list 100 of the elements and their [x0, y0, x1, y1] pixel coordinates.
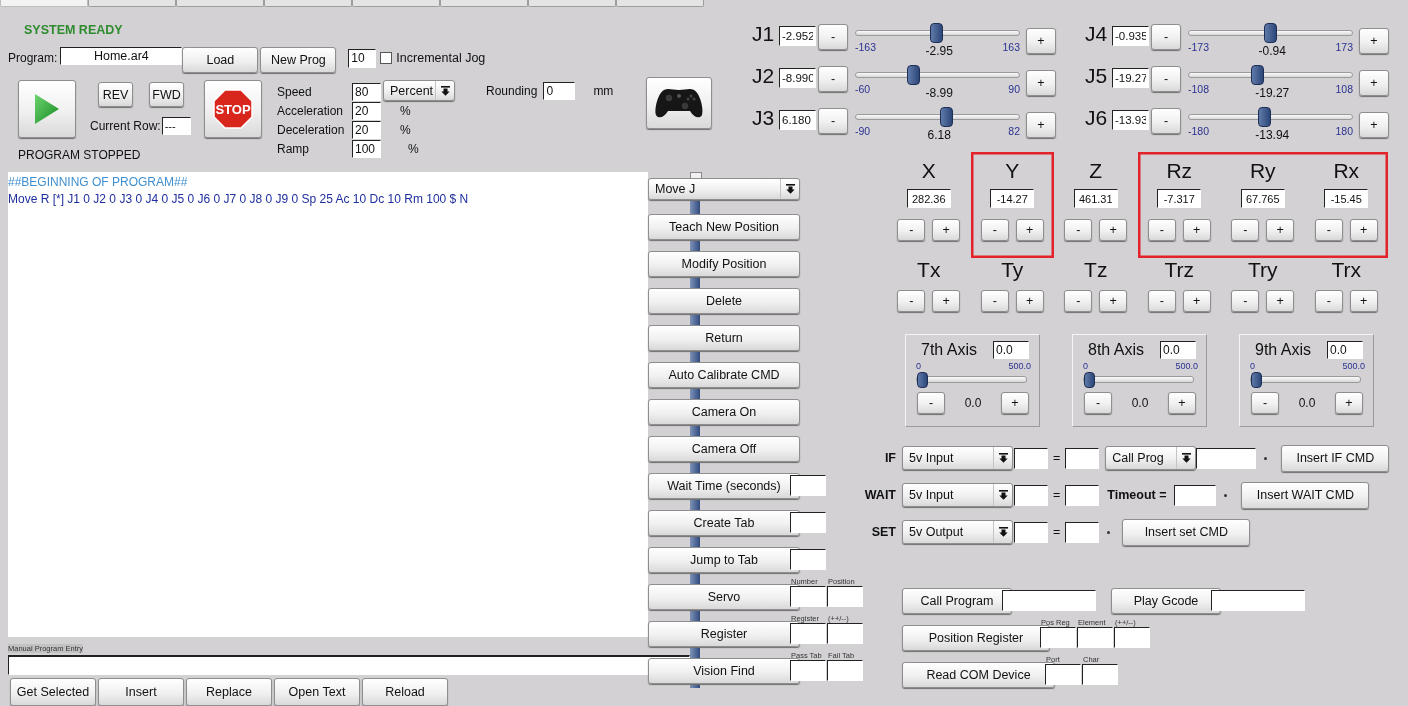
checkbox[interactable]: [380, 52, 393, 64]
action-dropdown[interactable]: Call Prog: [1105, 446, 1197, 470]
slider-thumb[interactable]: [917, 372, 928, 388]
command-button[interactable]: Read COM Device: [902, 662, 1055, 688]
input-field[interactable]: [1174, 484, 1217, 506]
slider-thumb[interactable]: [1258, 107, 1272, 127]
action-button[interactable]: Replace: [186, 678, 272, 706]
command-button[interactable]: Create Tab: [648, 510, 800, 536]
input-field[interactable]: [8, 655, 690, 675]
decrease-button[interactable]: -: [818, 66, 848, 92]
increase-button[interactable]: +: [1015, 290, 1044, 312]
program-line[interactable]: ##BEGINNING OF PROGRAM##: [8, 174, 648, 191]
increase-button[interactable]: +: [932, 290, 961, 312]
source-dropdown[interactable]: 5v Input: [902, 483, 1013, 507]
input-field[interactable]: [827, 660, 863, 681]
input-field[interactable]: 6.180: [779, 110, 816, 130]
decrease-button[interactable]: -: [1151, 24, 1181, 50]
command-dropdown[interactable]: Move J: [648, 178, 800, 200]
command-button[interactable]: Camera Off: [648, 436, 800, 462]
input-field[interactable]: [827, 623, 863, 644]
increase-button[interactable]: +: [1359, 112, 1389, 138]
decrease-button[interactable]: -: [818, 108, 848, 134]
increase-button[interactable]: +: [1099, 290, 1128, 312]
increase-button[interactable]: +: [1359, 70, 1389, 96]
slider-thumb[interactable]: [939, 107, 953, 127]
input-field[interactable]: 100: [352, 140, 381, 158]
command-button[interactable]: Camera On: [648, 399, 800, 425]
input-field[interactable]: [790, 586, 826, 607]
increase-button[interactable]: +: [932, 219, 961, 241]
command-button[interactable]: Position Register: [902, 625, 1050, 651]
input-field[interactable]: 0.0: [1327, 341, 1363, 359]
command-button[interactable]: Return: [648, 325, 800, 351]
reverse-button[interactable]: REV: [98, 82, 133, 107]
decrease-button[interactable]: -: [1064, 219, 1093, 241]
insert-button[interactable]: Insert IF CMD: [1281, 444, 1390, 472]
decrease-button[interactable]: -: [1151, 66, 1181, 92]
input-field[interactable]: [1014, 521, 1048, 543]
increase-button[interactable]: +: [1182, 290, 1211, 312]
command-button[interactable]: Modify Position: [648, 251, 800, 277]
input-field[interactable]: 461.31: [1073, 189, 1118, 208]
input-field[interactable]: 0: [543, 82, 576, 100]
input-field[interactable]: [1065, 484, 1100, 506]
input-field[interactable]: [1045, 664, 1081, 685]
input-field[interactable]: [1114, 627, 1150, 648]
load-button[interactable]: Load: [182, 47, 259, 73]
increase-button[interactable]: +: [1349, 219, 1378, 241]
increase-button[interactable]: +: [1349, 290, 1378, 312]
increase-button[interactable]: +: [1026, 70, 1056, 96]
action-button[interactable]: Open Text: [274, 678, 360, 706]
decrease-button[interactable]: -: [1314, 219, 1343, 241]
command-button[interactable]: Register: [648, 621, 800, 647]
decrease-button[interactable]: -: [1231, 290, 1260, 312]
decrease-button[interactable]: -: [1064, 290, 1093, 312]
increase-button[interactable]: +: [1266, 219, 1295, 241]
increase-button[interactable]: +: [1015, 219, 1044, 241]
decrease-button[interactable]: -: [1231, 219, 1260, 241]
input-field[interactable]: -7.317: [1157, 189, 1202, 208]
decrease-button[interactable]: -: [1251, 392, 1279, 414]
program-line[interactable]: Move R [*] J1 0 J2 0 J3 0 J4 0 J5 0 J6 0 J7 0 J8 0 J9 0 Sp 25 Ac 10 Dc 10 Rm 100 $ N: [8, 191, 648, 208]
slider-thumb[interactable]: [1263, 23, 1277, 43]
slider-thumb[interactable]: [1251, 372, 1262, 388]
insert-button[interactable]: Insert set CMD: [1122, 518, 1251, 546]
decrease-button[interactable]: -: [818, 24, 848, 50]
input-field[interactable]: [1077, 627, 1113, 648]
input-field[interactable]: [790, 475, 826, 496]
input-field[interactable]: 282.36: [906, 189, 951, 208]
slider-thumb[interactable]: [1084, 372, 1095, 388]
command-button[interactable]: Servo: [648, 584, 800, 610]
increase-button[interactable]: +: [1359, 28, 1389, 54]
input-field[interactable]: [1014, 484, 1048, 506]
decrease-button[interactable]: -: [1084, 392, 1112, 414]
input-field[interactable]: 67.765: [1240, 189, 1285, 208]
insert-button[interactable]: Insert WAIT CMD: [1241, 481, 1370, 509]
decrease-button[interactable]: -: [980, 290, 1009, 312]
input-field[interactable]: 80: [352, 83, 381, 101]
command-button[interactable]: Jump to Tab: [648, 547, 800, 573]
command-button[interactable]: Teach New Position: [648, 214, 800, 240]
increase-button[interactable]: +: [1099, 219, 1128, 241]
stop-button[interactable]: STOP: [204, 80, 262, 138]
input-field[interactable]: [790, 549, 826, 570]
input-field[interactable]: 20: [352, 121, 381, 139]
increase-button[interactable]: +: [1026, 28, 1056, 54]
input-field[interactable]: [1065, 521, 1100, 543]
input-field[interactable]: [1211, 590, 1305, 611]
action-button[interactable]: Reload: [362, 678, 448, 706]
input-field[interactable]: [1002, 590, 1096, 611]
input-field[interactable]: -15.45: [1324, 189, 1369, 208]
play-button[interactable]: [18, 80, 76, 138]
new-program-button[interactable]: New Prog: [260, 47, 337, 73]
input-field[interactable]: 0.0: [993, 341, 1029, 359]
command-button[interactable]: Play Gcode: [1111, 588, 1221, 614]
command-button[interactable]: Wait Time (seconds): [648, 473, 800, 499]
input-field[interactable]: 10: [348, 48, 377, 68]
increase-button[interactable]: +: [1182, 219, 1211, 241]
decrease-button[interactable]: -: [1151, 108, 1181, 134]
input-field[interactable]: [1065, 447, 1100, 469]
input-field[interactable]: [1196, 447, 1257, 469]
command-button[interactable]: Call Program: [902, 588, 1012, 614]
input-field[interactable]: [790, 623, 826, 644]
input-field[interactable]: -14.27: [990, 189, 1035, 208]
